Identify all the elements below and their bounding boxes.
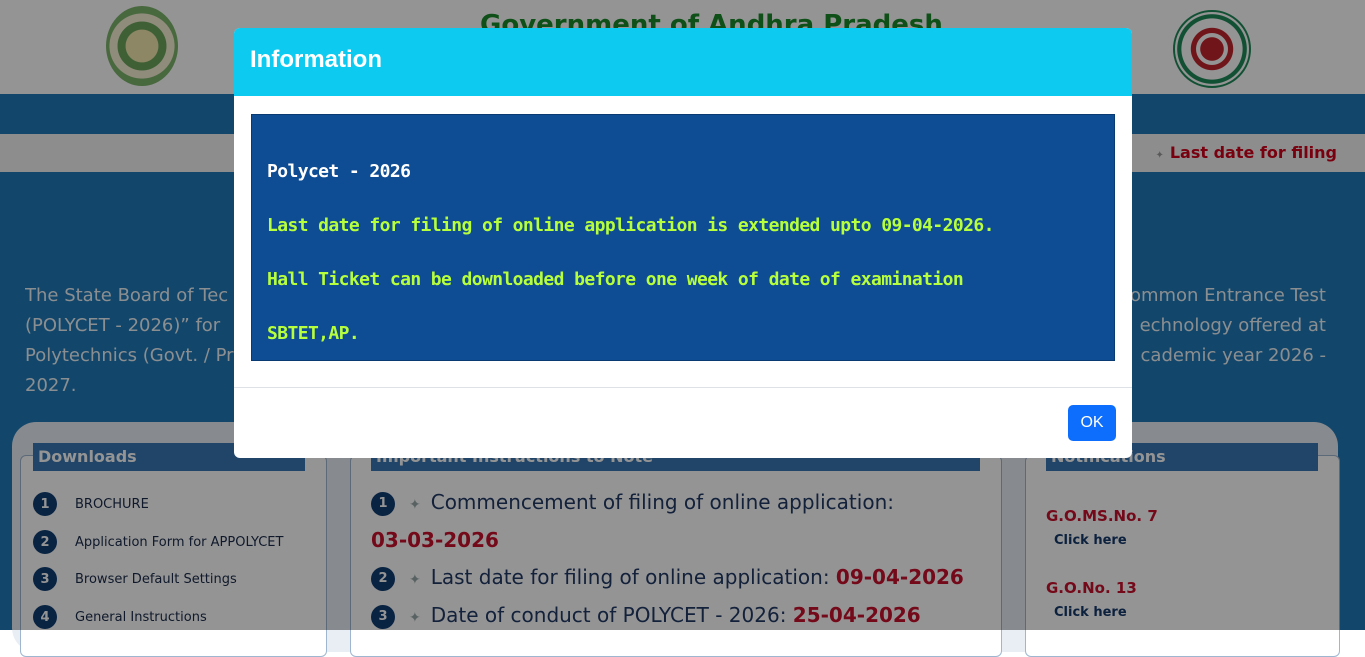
dialog-footer-divider (234, 387, 1132, 388)
message-line: Hall Ticket can be downloaded before one… (267, 269, 964, 290)
message-heading: Polycet - 2026 (267, 161, 411, 182)
dialog-title: Information (250, 46, 382, 73)
information-dialog: Information Polycet - 2026 Last date for… (234, 28, 1132, 458)
message-line: Last date for filing of online applicati… (267, 215, 994, 236)
ok-button[interactable]: OK (1068, 405, 1116, 441)
message-signature: SBTET,AP. (267, 323, 360, 344)
dialog-header: Information (234, 28, 1132, 96)
dialog-message-box: Polycet - 2026 Last date for filing of o… (251, 114, 1115, 361)
